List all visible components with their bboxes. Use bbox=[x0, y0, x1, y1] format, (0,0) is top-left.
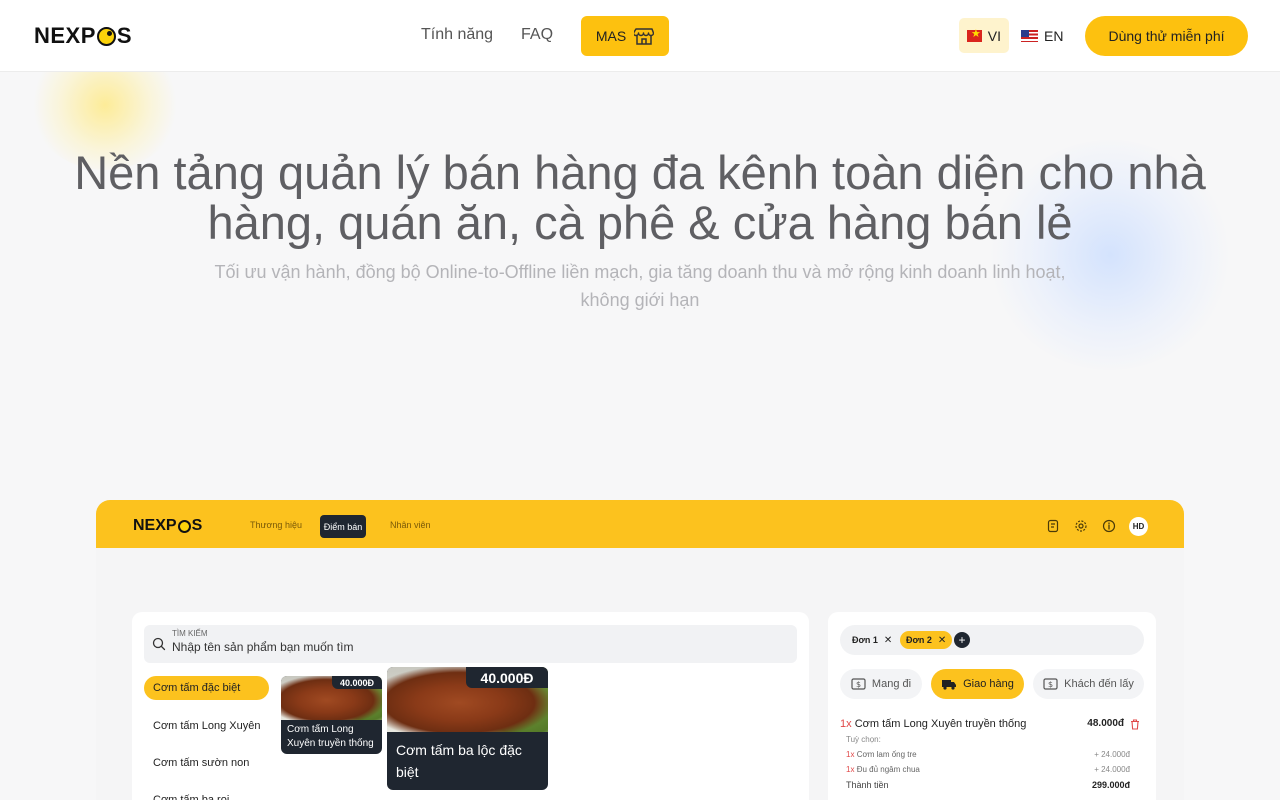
search-label: TÌM KIẾM bbox=[172, 629, 208, 638]
cart-item-qty: 1x bbox=[840, 718, 852, 730]
subtotal-value: 299.000đ bbox=[1091, 780, 1130, 790]
order-tabs: Đơn 1 ✕ Đơn 2 ✕ + bbox=[840, 625, 1144, 655]
free-trial-button[interactable]: Dùng thử miễn phí bbox=[1085, 16, 1248, 56]
add-order-icon: + bbox=[954, 632, 970, 648]
vietnam-flag-icon bbox=[967, 27, 982, 42]
search-icon bbox=[152, 637, 166, 656]
option-price: + 24.000đ bbox=[1094, 765, 1130, 774]
svg-text:$: $ bbox=[1048, 680, 1053, 689]
lang-vi-button[interactable]: VI bbox=[959, 18, 1009, 53]
product-search-input bbox=[172, 640, 772, 654]
nexpos-logo[interactable]: NEXP S bbox=[34, 23, 133, 48]
order-tab-label: Đơn 1 bbox=[852, 635, 878, 645]
product-card-featured: 40.000Đ Cơm tấm ba lộc đặc biệt bbox=[387, 667, 548, 790]
option-price: + 24.000đ bbox=[1094, 750, 1130, 759]
product-name: Cơm tấm Long Xuyên truyền thống bbox=[287, 724, 374, 749]
app-logo-right: S bbox=[191, 517, 203, 534]
cart-item: 1x Cơm tấm Long Xuyên truyền thống 48.00… bbox=[840, 718, 1144, 730]
options-label: Tuỳ chọn: bbox=[846, 735, 881, 744]
app-tab-pos: Điểm bán bbox=[320, 515, 366, 538]
product-name: Cơm tấm ba lộc đặc biệt bbox=[396, 742, 522, 780]
svg-text:$: $ bbox=[856, 680, 861, 689]
logo-o-mark bbox=[96, 26, 116, 46]
nav-mas-button[interactable]: MAS bbox=[581, 16, 669, 56]
app-preview-screenshot: NEXP S Thương hiệu Điểm bán Nhân viên HD … bbox=[96, 500, 1184, 800]
hero-title: Nền tảng quản lý bán hàng đa kênh toàn d… bbox=[74, 146, 1206, 249]
mode-takeaway: $ Mang đi bbox=[840, 669, 922, 699]
mode-label: Khách đến lấy bbox=[1064, 678, 1134, 690]
subtotal-label: Thành tiền bbox=[846, 780, 889, 790]
close-icon: ✕ bbox=[937, 634, 947, 646]
cart-option: 1x Đu đủ ngâm chua + 24.000đ bbox=[846, 765, 1130, 774]
cash-icon: $ bbox=[851, 678, 866, 690]
close-icon: ✕ bbox=[883, 634, 893, 646]
order-tab-active: Đơn 2 ✕ bbox=[900, 631, 953, 649]
option-name: Đu đủ ngâm chua bbox=[856, 765, 920, 774]
settings-icon bbox=[1074, 519, 1088, 533]
category-item: Cơm tấm đặc biệt bbox=[144, 676, 269, 700]
mode-label: Mang đi bbox=[871, 678, 912, 690]
lang-en-button[interactable]: EN bbox=[1013, 18, 1071, 53]
product-card: 40.000Đ Cơm tấm Long Xuyên truyền thống bbox=[281, 676, 382, 754]
category-item: Cơm tấm Long Xuyên bbox=[153, 720, 261, 732]
nav-features-link[interactable]: Tính năng bbox=[421, 26, 493, 44]
app-logo-o-mark bbox=[177, 519, 191, 533]
nav-faq-link[interactable]: FAQ bbox=[521, 26, 553, 44]
mas-label: MAS bbox=[595, 28, 627, 44]
app-logo-left: NEXP bbox=[133, 517, 177, 534]
product-search-box: TÌM KIẾM bbox=[144, 625, 797, 663]
order-panel: Đơn 1 ✕ Đơn 2 ✕ + $ Mang đi Giao hàng $ Kh… bbox=[828, 612, 1156, 800]
app-logo: NEXP S bbox=[133, 517, 202, 535]
cart-item-price: 48.000đ bbox=[1087, 718, 1124, 729]
product-price: 40.000Đ bbox=[332, 676, 382, 689]
store-icon bbox=[634, 27, 655, 45]
truck-icon bbox=[942, 680, 957, 690]
top-navbar: NEXP S Tính năng FAQ MAS VI EN Dùng thử m… bbox=[0, 0, 1280, 72]
logo-text-left: NEXP bbox=[34, 23, 96, 48]
order-tab-label: Đơn 2 bbox=[906, 635, 932, 645]
app-user-avatar: HD bbox=[1129, 517, 1148, 536]
product-price: 40.000Đ bbox=[466, 667, 548, 688]
order-tab: Đơn 1 ✕ bbox=[846, 631, 898, 649]
app-top-bar: NEXP S Thương hiệu Điểm bán Nhân viên HD bbox=[96, 500, 1184, 548]
app-tab-staff: Nhân viên bbox=[390, 520, 431, 530]
hero-subtitle: Tối ưu vận hành, đồng bộ Online-to-Offli… bbox=[214, 262, 1066, 310]
receipt-icon bbox=[1046, 519, 1060, 533]
cart-option: 1x Cơm lam ống tre + 24.000đ bbox=[846, 750, 1130, 759]
app-tab-brand: Thương hiệu bbox=[250, 520, 302, 530]
cart-subtotal: Thành tiền 299.000đ bbox=[846, 780, 1130, 790]
lang-vi-label: VI bbox=[987, 27, 1001, 44]
lang-en-label: EN bbox=[1044, 27, 1064, 44]
mode-label: Giao hàng bbox=[963, 678, 1014, 690]
us-flag-icon bbox=[1021, 29, 1038, 42]
cash-icon: $ bbox=[1043, 678, 1058, 690]
trash-icon bbox=[1130, 719, 1140, 733]
option-qty: 1x bbox=[846, 750, 855, 759]
logo-text-right: S bbox=[116, 23, 133, 48]
category-item: Cơm tấm sườn non bbox=[153, 757, 250, 769]
cart-item-name: Cơm tấm Long Xuyên truyền thống bbox=[854, 718, 1027, 730]
option-qty: 1x bbox=[846, 765, 855, 774]
option-name: Cơm lam ống tre bbox=[856, 750, 917, 759]
mode-pickup: $ Khách đến lấy bbox=[1033, 669, 1144, 699]
mode-delivery: Giao hàng bbox=[931, 669, 1024, 699]
category-item: Cơm tấm ba rọi bbox=[153, 794, 230, 800]
info-icon bbox=[1102, 519, 1116, 533]
